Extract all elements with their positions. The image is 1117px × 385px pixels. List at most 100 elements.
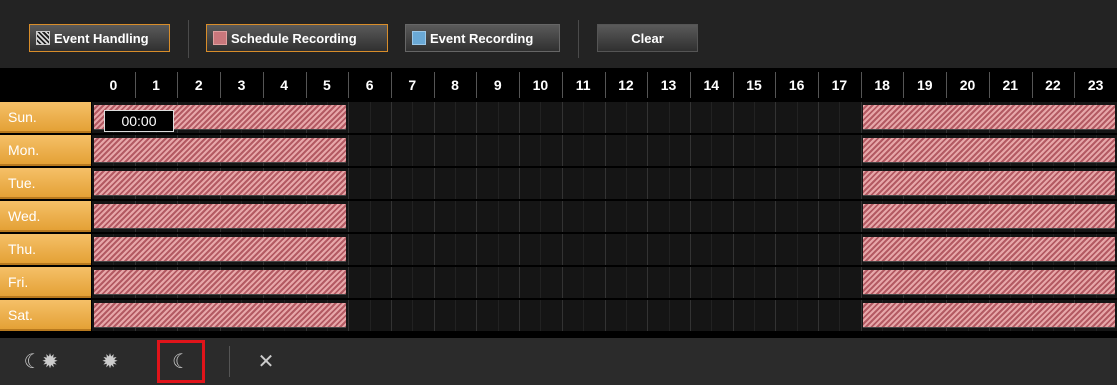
- hour-divider: [305, 72, 307, 98]
- day-label[interactable]: Sun.: [0, 102, 91, 133]
- schedule-recording-label: Schedule Recording: [231, 30, 357, 46]
- day-schedule-track[interactable]: [92, 267, 1117, 298]
- hour-divider: [433, 72, 435, 98]
- day-schedule-track[interactable]: [92, 135, 1117, 166]
- schedule-block[interactable]: [94, 171, 347, 196]
- hour-divider: [903, 72, 905, 98]
- grid-line: [689, 102, 691, 133]
- day-schedule-track[interactable]: [92, 168, 1117, 199]
- grid-line: [519, 168, 521, 199]
- hour-divider: [647, 72, 649, 98]
- grid-line: [753, 300, 755, 331]
- hour-label: 19: [917, 77, 933, 93]
- grid-line: [369, 300, 371, 331]
- grid-line: [796, 168, 798, 199]
- grid-line: [583, 201, 585, 232]
- grid-line: [561, 135, 563, 166]
- grid-line: [390, 267, 392, 298]
- hour-label: 16: [788, 77, 805, 93]
- grid-line: [390, 102, 392, 133]
- schedule-block[interactable]: [94, 138, 347, 163]
- grid-line: [497, 135, 499, 166]
- schedule-recording-button[interactable]: Schedule Recording: [206, 24, 388, 52]
- sun-tool[interactable]: ✹: [86, 340, 134, 383]
- grid-line: [348, 135, 350, 166]
- hour-label: 14: [703, 77, 720, 93]
- schedule-block[interactable]: [94, 303, 347, 328]
- day-label[interactable]: Thu.: [0, 234, 91, 265]
- hour-label: 2: [194, 77, 203, 93]
- grid-line: [412, 102, 414, 133]
- schedule-block[interactable]: [862, 270, 1115, 295]
- grid-line: [839, 135, 841, 166]
- grid-line: [625, 267, 627, 298]
- grid-line: [732, 135, 734, 166]
- grid-line: [775, 102, 777, 133]
- schedule-block[interactable]: [94, 270, 347, 295]
- grid-line: [668, 234, 670, 265]
- day-label[interactable]: Tue.: [0, 168, 91, 199]
- grid-line: [540, 201, 542, 232]
- day-schedule-track[interactable]: [92, 102, 1117, 133]
- day-label[interactable]: Sat.: [0, 300, 91, 331]
- day-schedule-track[interactable]: [92, 300, 1117, 331]
- grid-line: [775, 267, 777, 298]
- grid-line: [753, 234, 755, 265]
- grid-line: [412, 300, 414, 331]
- hour-divider: [348, 72, 350, 98]
- day-label[interactable]: Mon.: [0, 135, 91, 166]
- hour-divider: [476, 72, 478, 98]
- day-label[interactable]: Wed.: [0, 201, 91, 232]
- grid-line: [348, 168, 350, 199]
- schedule-block[interactable]: [862, 171, 1115, 196]
- schedule-block[interactable]: [862, 237, 1115, 262]
- delete-tool[interactable]: ✕: [242, 340, 290, 383]
- event-recording-button[interactable]: Event Recording: [405, 24, 560, 52]
- schedule-block[interactable]: [94, 237, 347, 262]
- schedule-block[interactable]: [94, 204, 347, 229]
- grid-line: [668, 168, 670, 199]
- grid-line: [689, 267, 691, 298]
- grid-line: [625, 300, 627, 331]
- toolbar-separator: [188, 20, 189, 58]
- event-handling-button[interactable]: Event Handling: [29, 24, 170, 52]
- day-schedule-track[interactable]: [92, 234, 1117, 265]
- schedule-block[interactable]: [862, 105, 1115, 130]
- grid-line: [433, 300, 435, 331]
- grid-line: [796, 267, 798, 298]
- hour-divider: [134, 72, 136, 98]
- grid-line: [476, 168, 478, 199]
- day-label[interactable]: Fri.: [0, 267, 91, 298]
- grid-line: [412, 168, 414, 199]
- grid-line: [583, 267, 585, 298]
- grid-line: [519, 300, 521, 331]
- day-schedule-track[interactable]: [92, 201, 1117, 232]
- clear-button[interactable]: Clear: [597, 24, 698, 52]
- grid-line: [497, 102, 499, 133]
- moon-tool[interactable]: ☾: [157, 340, 205, 383]
- hour-divider: [732, 72, 734, 98]
- grid-line: [689, 300, 691, 331]
- hour-divider: [988, 72, 990, 98]
- grid-line: [689, 234, 691, 265]
- grid-line: [818, 234, 820, 265]
- clear-label: Clear: [631, 30, 664, 46]
- schedule-block[interactable]: [862, 204, 1115, 229]
- hour-label: 17: [831, 77, 848, 93]
- grid-line: [839, 300, 841, 331]
- grid-line: [348, 234, 350, 265]
- day-night-tool[interactable]: ☾✹: [17, 340, 65, 383]
- grid-line: [796, 102, 798, 133]
- schedule-block[interactable]: [862, 303, 1115, 328]
- grid-line: [561, 168, 563, 199]
- grid-line: [839, 267, 841, 298]
- grid-line: [732, 168, 734, 199]
- grid-line: [860, 201, 862, 232]
- hour-label: 9: [493, 77, 502, 93]
- hour-divider: [519, 72, 521, 98]
- grid-line: [476, 102, 478, 133]
- grid-line: [775, 168, 777, 199]
- hour-divider: [860, 72, 862, 98]
- grid-line: [711, 135, 713, 166]
- schedule-block[interactable]: [862, 138, 1115, 163]
